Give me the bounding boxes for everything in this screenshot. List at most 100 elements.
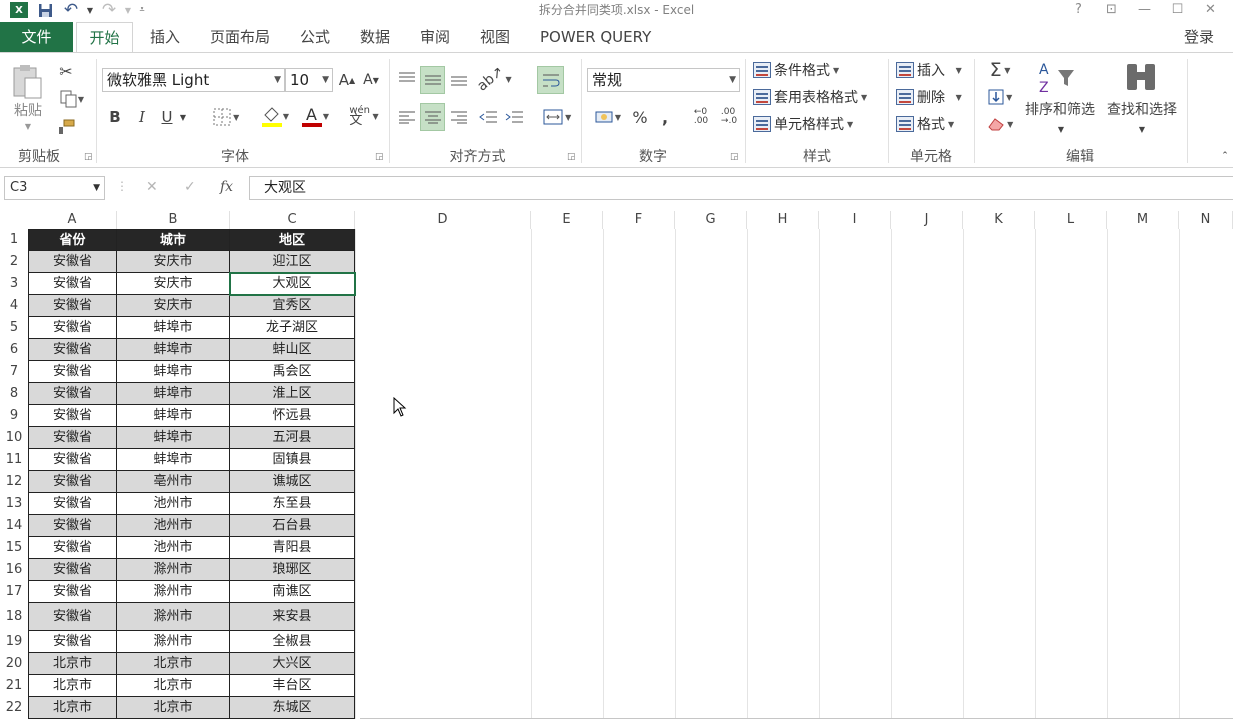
paste-button[interactable]: 粘贴 [10,101,46,119]
paste-icon[interactable] [10,61,46,103]
alignment-launcher-icon[interactable]: ◲ [567,152,576,162]
row-header[interactable]: 6 [0,339,28,361]
table-cell[interactable]: 安徽省 [28,273,117,295]
row-header[interactable]: 9 [0,405,28,427]
sort-filter-button[interactable]: 排序和筛选 [1020,99,1100,119]
table-cell[interactable]: 亳州市 [117,471,230,493]
sort-filter-dropdown-icon[interactable]: ▼ [1054,123,1068,135]
table-cell[interactable]: 蚌埠市 [117,427,230,449]
shrink-font-icon[interactable]: A ▼ [361,68,381,92]
row-header[interactable]: 4 [0,295,28,317]
tab-review[interactable]: 审阅 [420,22,450,52]
fill-color-icon[interactable]: ▼ [256,103,294,129]
format-painter-icon[interactable] [54,116,78,138]
table-cell[interactable]: 安徽省 [28,559,117,581]
format-as-table-button[interactable]: 套用表格格式 ▼ [753,86,867,108]
table-header-cell[interactable]: 城市 [117,229,230,251]
row-header[interactable]: 20 [0,653,28,675]
table-cell[interactable]: 来安县 [230,603,355,631]
minimize-icon[interactable]: — [1128,0,1161,18]
row-header[interactable]: 7 [0,361,28,383]
table-cell[interactable]: 石台县 [230,515,355,537]
table-cell[interactable]: 安庆市 [117,273,230,295]
number-format-dropdown-icon[interactable]: ▼ [729,69,736,91]
font-name-dropdown-icon[interactable]: ▼ [274,69,281,91]
tab-formulas[interactable]: 公式 [300,22,330,52]
table-cell[interactable]: 琅琊区 [230,559,355,581]
underline-dropdown-icon[interactable]: ▼ [177,105,189,129]
tab-data[interactable]: 数据 [360,22,390,52]
sign-in-link[interactable]: 登录 [1184,22,1214,52]
merge-center-icon[interactable]: ▼ [537,103,577,131]
bottom-align-icon[interactable] [448,66,470,92]
tab-insert[interactable]: 插入 [150,22,180,52]
table-cell[interactable]: 蚌埠市 [117,383,230,405]
find-select-dropdown-icon[interactable]: ▼ [1135,123,1149,135]
fill-icon[interactable]: ▼ [982,86,1018,108]
cancel-entry-icon[interactable]: ✕ [146,179,158,195]
tab-page-layout[interactable]: 页面布局 [210,22,270,52]
column-header-a[interactable]: A [28,211,117,229]
table-cell[interactable]: 谯城区 [230,471,355,493]
table-cell[interactable]: 蚌埠市 [117,449,230,471]
table-cell[interactable]: 禹会区 [230,361,355,383]
column-header-g[interactable]: G [675,211,747,229]
number-launcher-icon[interactable]: ◲ [730,152,739,162]
paste-dropdown-icon[interactable]: ▼ [20,121,36,131]
table-cell[interactable]: 安徽省 [28,339,117,361]
row-header[interactable]: 22 [0,697,28,719]
underline-button[interactable]: U [157,105,177,129]
row-header[interactable]: 3 [0,273,28,295]
table-cell[interactable]: 池州市 [117,515,230,537]
font-name-combo[interactable]: 微软雅黑 Light ▼ [102,68,285,92]
table-cell[interactable]: 北京市 [117,697,230,719]
row-header[interactable]: 2 [0,251,28,273]
close-icon[interactable]: ✕ [1194,0,1227,18]
table-cell[interactable]: 安徽省 [28,493,117,515]
table-cell[interactable]: 五河县 [230,427,355,449]
align-center-icon[interactable] [420,103,445,131]
formula-input[interactable]: 大观区 [249,176,1233,200]
table-cell[interactable]: 安徽省 [28,581,117,603]
table-cell[interactable]: 丰台区 [230,675,355,697]
row-header[interactable]: 21 [0,675,28,697]
table-cell[interactable]: 怀远县 [230,405,355,427]
maximize-icon[interactable]: ☐ [1161,0,1194,18]
column-header-m[interactable]: M [1107,211,1179,229]
table-cell[interactable]: 北京市 [117,675,230,697]
table-cell[interactable]: 安徽省 [28,631,117,653]
clear-icon[interactable]: ▼ [982,113,1018,135]
table-cell[interactable]: 滁州市 [117,631,230,653]
decrease-decimal-icon[interactable]: .00 →.0 [716,103,742,131]
table-cell[interactable]: 全椒县 [230,631,355,653]
number-format-combo[interactable]: 常规 ▼ [587,68,740,92]
select-all-corner[interactable] [0,211,28,229]
italic-button[interactable]: I [132,105,152,129]
percent-style-button[interactable]: % [630,103,650,131]
accounting-format-icon[interactable]: ▼ [588,103,628,131]
row-header[interactable]: 14 [0,515,28,537]
row-header[interactable]: 8 [0,383,28,405]
table-cell[interactable]: 安徽省 [28,449,117,471]
table-cell[interactable]: 滁州市 [117,603,230,631]
copy-icon[interactable]: ▼ [54,88,90,110]
font-size-dropdown-icon[interactable]: ▼ [322,69,329,91]
table-header-cell[interactable]: 地区 [230,229,355,251]
table-cell[interactable]: 安徽省 [28,251,117,273]
table-cell[interactable]: 固镇县 [230,449,355,471]
row-header[interactable]: 5 [0,317,28,339]
table-cell[interactable]: 北京市 [28,697,117,719]
top-align-icon[interactable] [396,66,418,92]
table-cell[interactable]: 北京市 [28,675,117,697]
cell-styles-button[interactable]: 单元格样式 ▼ [753,113,853,135]
ribbon-display-options-icon[interactable]: ⊡ [1095,0,1128,18]
cut-icon[interactable]: ✂ [54,60,78,82]
table-cell[interactable]: 安庆市 [117,251,230,273]
column-header-b[interactable]: B [117,211,230,229]
tab-home[interactable]: 开始 [76,22,133,53]
name-box[interactable]: C3 ▼ [4,176,105,200]
wrap-text-icon[interactable] [537,66,564,94]
column-header-h[interactable]: H [747,211,819,229]
table-cell[interactable]: 安庆市 [117,295,230,317]
table-cell[interactable]: 安徽省 [28,361,117,383]
